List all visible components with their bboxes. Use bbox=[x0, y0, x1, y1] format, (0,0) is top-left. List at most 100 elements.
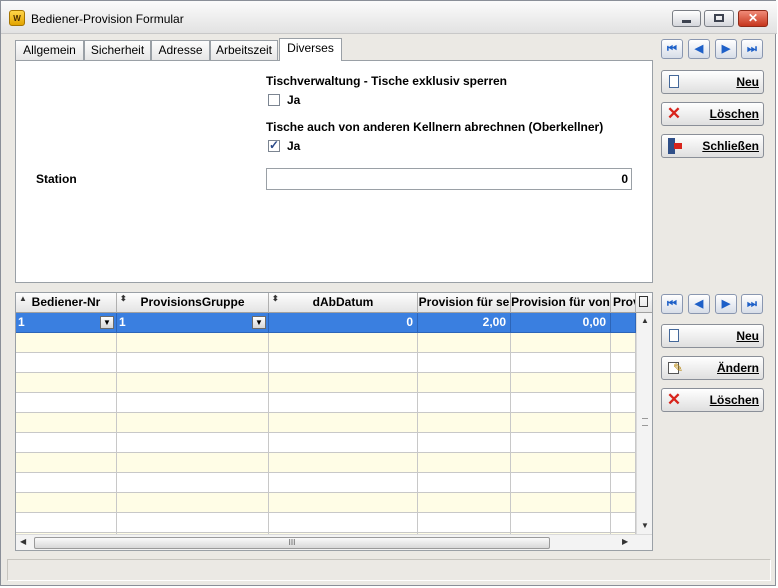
table-row[interactable] bbox=[16, 413, 636, 433]
cell-provision-von[interactable]: 0,00 bbox=[511, 313, 611, 333]
cell-provision-se[interactable]: 2,00 bbox=[418, 313, 511, 333]
table-cell[interactable] bbox=[117, 433, 269, 453]
table-cell[interactable] bbox=[16, 513, 117, 533]
table-cell[interactable] bbox=[16, 353, 117, 373]
column-header-provision-se[interactable]: Provision für se bbox=[418, 293, 511, 313]
table-cell[interactable] bbox=[611, 493, 636, 513]
table-cell[interactable] bbox=[418, 433, 511, 453]
table-cell[interactable] bbox=[117, 453, 269, 473]
table-cell[interactable] bbox=[511, 433, 611, 453]
table-cell[interactable] bbox=[269, 393, 418, 413]
table-cell[interactable] bbox=[269, 353, 418, 373]
table-cell[interactable] bbox=[16, 453, 117, 473]
vertical-scrollbar[interactable]: ▲ ▼ bbox=[636, 313, 652, 534]
table-cell[interactable] bbox=[269, 413, 418, 433]
table-cell[interactable] bbox=[611, 453, 636, 473]
table-row[interactable] bbox=[16, 473, 636, 493]
grid-next-record-button[interactable]: ▶ bbox=[715, 294, 737, 314]
table-cell[interactable] bbox=[611, 433, 636, 453]
title-bar[interactable]: W Bediener-Provision Formular ✕ bbox=[1, 1, 777, 34]
horizontal-scroll-thumb[interactable]: III bbox=[34, 537, 550, 549]
table-row[interactable] bbox=[16, 393, 636, 413]
table-cell[interactable] bbox=[16, 473, 117, 493]
column-header-prov[interactable]: Prov bbox=[611, 293, 636, 313]
column-header-provisionsgruppe[interactable]: ⬍ ProvisionsGruppe bbox=[117, 293, 269, 313]
table-cell[interactable] bbox=[117, 373, 269, 393]
table-cell[interactable] bbox=[418, 333, 511, 353]
table-cell[interactable] bbox=[611, 333, 636, 353]
maximize-button[interactable] bbox=[704, 10, 734, 27]
column-header-bediener-nr[interactable]: ▲ Bediener-Nr bbox=[16, 293, 117, 313]
table-cell[interactable] bbox=[511, 453, 611, 473]
table-cell[interactable] bbox=[16, 333, 117, 353]
table-cell[interactable] bbox=[511, 493, 611, 513]
table-cell[interactable] bbox=[511, 373, 611, 393]
delete-record-button[interactable]: ✕ Löschen bbox=[661, 102, 764, 126]
next-record-button[interactable]: ▶ bbox=[715, 39, 737, 59]
table-row[interactable] bbox=[16, 493, 636, 513]
table-cell[interactable] bbox=[269, 333, 418, 353]
new-record-button[interactable]: Neu bbox=[661, 70, 764, 94]
table-cell[interactable] bbox=[418, 353, 511, 373]
tischverwaltung-checkbox[interactable] bbox=[268, 94, 280, 106]
table-cell[interactable] bbox=[511, 393, 611, 413]
table-row[interactable] bbox=[16, 513, 636, 533]
table-cell[interactable] bbox=[611, 393, 636, 413]
column-header-dabdatum[interactable]: ⬍ dAbDatum bbox=[269, 293, 418, 313]
table-cell[interactable] bbox=[511, 333, 611, 353]
grid-previous-record-button[interactable]: ◀ bbox=[688, 294, 710, 314]
table-row[interactable] bbox=[16, 333, 636, 353]
column-chooser-button[interactable] bbox=[636, 293, 652, 313]
table-cell[interactable] bbox=[418, 413, 511, 433]
tab-sicherheit[interactable]: Sicherheit bbox=[84, 40, 151, 60]
grid-new-button[interactable]: Neu bbox=[661, 324, 764, 348]
table-cell[interactable] bbox=[16, 413, 117, 433]
table-row[interactable] bbox=[16, 353, 636, 373]
table-cell[interactable] bbox=[611, 413, 636, 433]
table-cell[interactable] bbox=[16, 493, 117, 513]
table-cell[interactable] bbox=[269, 473, 418, 493]
station-input[interactable]: 0 bbox=[266, 168, 632, 190]
table-cell[interactable] bbox=[117, 513, 269, 533]
table-cell[interactable] bbox=[511, 413, 611, 433]
table-cell[interactable] bbox=[269, 433, 418, 453]
table-cell[interactable] bbox=[117, 393, 269, 413]
cell-provisionsgruppe[interactable]: 1 ▼ bbox=[117, 313, 269, 333]
table-row[interactable] bbox=[16, 373, 636, 393]
table-cell[interactable] bbox=[511, 473, 611, 493]
table-cell[interactable] bbox=[117, 333, 269, 353]
table-cell[interactable] bbox=[418, 373, 511, 393]
last-record-button[interactable]: ⏭ bbox=[741, 39, 763, 59]
table-cell[interactable] bbox=[418, 453, 511, 473]
tab-arbeitszeit[interactable]: Arbeitszeit bbox=[210, 40, 278, 60]
grid-edit-button[interactable]: ✎ Ändern bbox=[661, 356, 764, 380]
table-cell[interactable] bbox=[117, 353, 269, 373]
table-cell[interactable] bbox=[117, 473, 269, 493]
table-cell[interactable] bbox=[269, 453, 418, 473]
grid-first-record-button[interactable]: ⏮ bbox=[661, 294, 683, 314]
cell-bediener-nr[interactable]: 1 ▼ bbox=[16, 313, 117, 333]
cell-dabdatum[interactable]: 0 bbox=[269, 313, 418, 333]
column-header-provision-von[interactable]: Provision für von bbox=[511, 293, 611, 313]
tab-allgemein[interactable]: Allgemein bbox=[15, 40, 84, 60]
dropdown-arrow-icon[interactable]: ▼ bbox=[100, 316, 114, 329]
table-cell[interactable] bbox=[418, 493, 511, 513]
tab-diverses[interactable]: Diverses bbox=[279, 38, 342, 61]
close-button[interactable]: ✕ bbox=[738, 10, 768, 27]
table-cell[interactable] bbox=[418, 473, 511, 493]
first-record-button[interactable]: ⏮ bbox=[661, 39, 683, 59]
table-cell[interactable] bbox=[269, 513, 418, 533]
table-cell[interactable] bbox=[16, 393, 117, 413]
table-cell[interactable] bbox=[611, 353, 636, 373]
table-row[interactable] bbox=[16, 453, 636, 473]
table-row[interactable] bbox=[16, 433, 636, 453]
tab-adresse[interactable]: Adresse bbox=[151, 40, 210, 60]
table-cell[interactable] bbox=[611, 473, 636, 493]
table-cell[interactable] bbox=[117, 413, 269, 433]
table-cell[interactable] bbox=[269, 493, 418, 513]
table-cell[interactable] bbox=[611, 513, 636, 533]
table-cell[interactable] bbox=[16, 373, 117, 393]
close-form-button[interactable]: Schließen bbox=[661, 134, 764, 158]
table-cell[interactable] bbox=[418, 393, 511, 413]
grid-last-record-button[interactable]: ⏭ bbox=[741, 294, 763, 314]
